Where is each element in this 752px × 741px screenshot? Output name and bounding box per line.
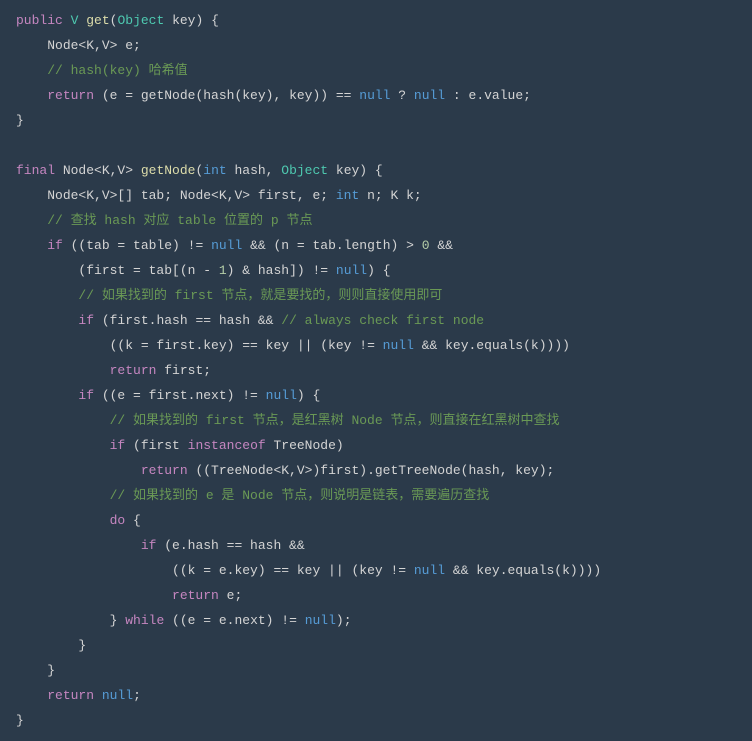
keyword-null: null — [305, 613, 336, 628]
text: n; K k; — [359, 188, 421, 203]
keyword-instanceof: instanceof — [188, 438, 266, 453]
comment: // 如果找到的 first 节点，就是要找的，则则直接使用即可 — [78, 288, 442, 303]
text: && key.equals(k)))) — [414, 338, 570, 353]
text: Node<K,V>[] tab; Node<K,V> first, e; — [47, 188, 336, 203]
comment: // 查找 hash 对应 table 位置的 p 节点 — [47, 213, 312, 228]
text: ; — [133, 688, 141, 703]
text — [94, 688, 102, 703]
keyword-if: if — [47, 238, 63, 253]
text: } — [110, 613, 126, 628]
text: (first.hash == hash && — [94, 313, 281, 328]
text: } — [16, 713, 24, 728]
text: hash, — [227, 163, 282, 178]
keyword-return: return — [47, 688, 94, 703]
text: && key.equals(k)))) — [445, 563, 601, 578]
code-block: public V get(Object key) { Node<K,V> e; … — [16, 8, 736, 733]
text: : e.value; — [445, 88, 531, 103]
keyword-if: if — [110, 438, 126, 453]
keyword-while: while — [125, 613, 164, 628]
text: && — [430, 238, 453, 253]
text: ((TreeNode<K,V>)first).getTreeNode(hash,… — [188, 463, 555, 478]
text: } — [78, 638, 86, 653]
number: 0 — [422, 238, 430, 253]
text: } — [47, 663, 55, 678]
keyword-null: null — [336, 263, 367, 278]
keyword-return: return — [141, 463, 188, 478]
keyword-null: null — [211, 238, 242, 253]
text: TreeNode) — [266, 438, 344, 453]
text: e; — [219, 588, 242, 603]
comment: // 如果找到的 e 是 Node 节点，则说明是链表，需要遍历查找 — [110, 488, 490, 503]
text: { — [125, 513, 141, 528]
text: ((k = e.key) == key || (key != — [172, 563, 414, 578]
keyword-final: final — [16, 163, 55, 178]
text: ) { — [367, 263, 390, 278]
keyword-do: do — [110, 513, 126, 528]
keyword-public: public — [16, 13, 63, 28]
number: 1 — [219, 263, 227, 278]
text: key) { — [328, 163, 383, 178]
keyword-int: int — [203, 163, 226, 178]
text: ((e = first.next) != — [94, 388, 266, 403]
text: ); — [336, 613, 352, 628]
type-v: V — [71, 13, 79, 28]
text: ((k = first.key) == key || (key != — [110, 338, 383, 353]
comment: // always check first node — [281, 313, 484, 328]
keyword-if: if — [78, 313, 94, 328]
keyword-int: int — [336, 188, 359, 203]
text: (e = getNode(hash(key), key)) == — [94, 88, 359, 103]
keyword-if: if — [141, 538, 157, 553]
comment: // hash(key) 哈希值 — [47, 63, 187, 78]
keyword-return: return — [47, 88, 94, 103]
type-object: Object — [117, 13, 164, 28]
text: (e.hash == hash && — [156, 538, 304, 553]
text: Node<K,V> e; — [47, 38, 141, 53]
text: ) { — [297, 388, 320, 403]
text: ? — [391, 88, 414, 103]
text: Node<K,V> — [55, 163, 141, 178]
keyword-if: if — [78, 388, 94, 403]
keyword-null: null — [383, 338, 414, 353]
method-get: get — [86, 13, 109, 28]
text: && (n = tab.length) > — [242, 238, 421, 253]
comment: // 如果找到的 first 节点，是红黑树 Node 节点，则直接在红黑树中查… — [110, 413, 560, 428]
keyword-null: null — [359, 88, 390, 103]
text: ((tab = table) != — [63, 238, 211, 253]
keyword-null: null — [266, 388, 297, 403]
keyword-null: null — [414, 88, 445, 103]
method-getnode: getNode — [141, 163, 196, 178]
keyword-null: null — [102, 688, 133, 703]
text: (first — [125, 438, 187, 453]
keyword-return: return — [172, 588, 219, 603]
text: ((e = e.next) != — [164, 613, 304, 628]
text: key) { — [164, 13, 219, 28]
keyword-return: return — [110, 363, 157, 378]
type-object: Object — [281, 163, 328, 178]
text: } — [16, 113, 24, 128]
text: first; — [156, 363, 211, 378]
text: ) & hash]) != — [227, 263, 336, 278]
text: (first = tab[(n - — [78, 263, 218, 278]
keyword-null: null — [414, 563, 445, 578]
